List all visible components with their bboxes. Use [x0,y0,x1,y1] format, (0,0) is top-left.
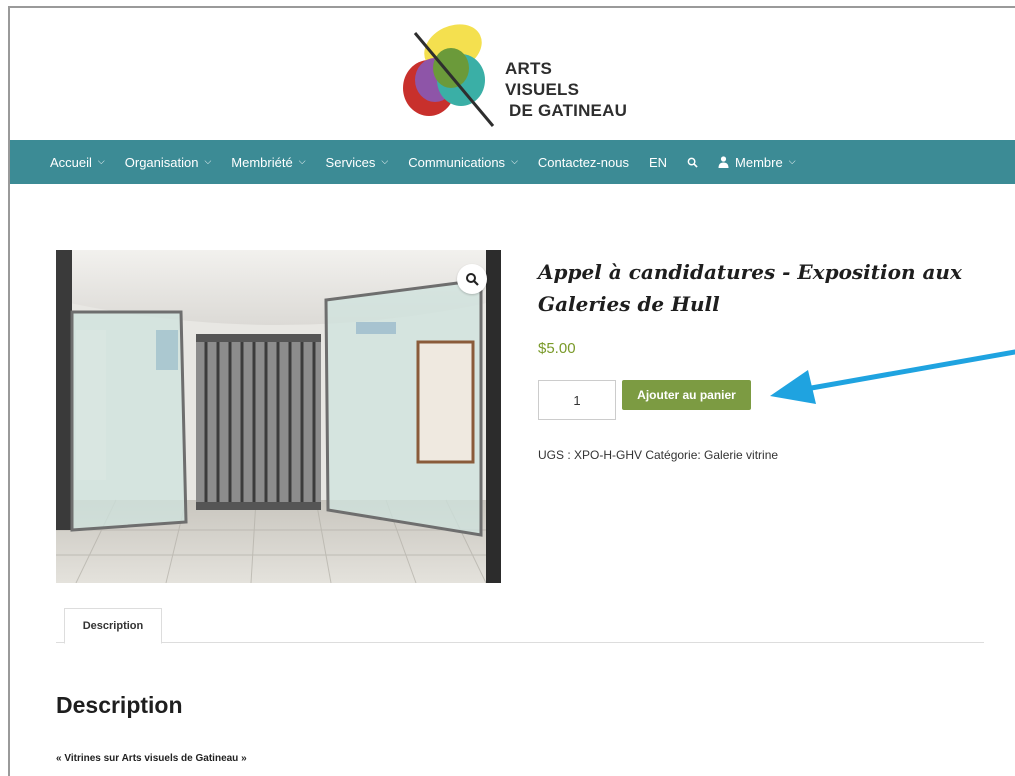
tab-divider [56,642,984,643]
nav-item-services[interactable]: Services ⌵ [326,155,389,170]
logo-mark-icon [403,24,495,127]
chevron-down-icon: ⌵ [97,155,105,166]
browser-frame: ARTS VISUELS DE GATINEAU Accueil ⌵ Organ… [8,6,1015,776]
chevron-down-icon: ⌵ [511,155,518,166]
product-title: Appel à candidatures - Exposition aux Ga… [538,260,962,316]
chevron-down-icon: ⌵ [204,155,212,166]
nav-item-organisation[interactable]: Organisation ⌵ [125,155,212,170]
nav-item-accueil[interactable]: Accueil ⌵ [50,155,105,170]
nav-label: Contactez-nous [537,154,629,170]
product-meta: UGS : XPO-H-GHV Catégorie: Galerie vitri… [538,448,779,462]
site-logo[interactable]: ARTS VISUELS DE GATINEAU [395,18,655,138]
tab-description[interactable]: Description [64,608,162,644]
nav-item-contactez-nous[interactable]: Contactez-nous [538,155,629,170]
description-text: « Vitrines sur Arts visuels de Gatineau … [56,753,247,764]
arrow-pointer-icon [770,349,1015,404]
chevron-down-icon: ⌵ [381,155,389,166]
site-header: ARTS VISUELS DE GATINEAU [10,8,1015,140]
description-heading: Description [56,692,183,718]
nav-item-communications[interactable]: Communications ⌵ [408,155,518,170]
nav-label: Membriété [231,154,293,170]
logo-wordmark: ARTS VISUELS DE GATINEAU [505,58,627,121]
chevron-down-icon: ⌵ [298,155,306,166]
storefront-photo [56,250,501,583]
logo-line-3: DE GATINEAU [509,101,628,120]
main-navigation: Accueil ⌵ Organisation ⌵ Membriété ⌵ Ser… [10,140,1015,184]
product-image[interactable] [56,250,501,583]
chevron-down-icon: ⌵ [788,155,796,166]
magnifier-icon [466,273,479,286]
user-icon [718,156,729,168]
nav-label: EN [648,154,668,170]
nav-label: Membre [735,154,783,170]
search-icon [687,157,698,168]
logo-line-1: ARTS [505,59,553,78]
nav-label: Services [325,154,376,170]
zoom-button[interactable] [457,264,487,294]
nav-item-membriete[interactable]: Membriété ⌵ [231,155,305,170]
nav-search-button[interactable] [687,157,698,168]
add-to-cart-button[interactable]: Ajouter au panier [622,380,751,410]
nav-label: Accueil [50,154,92,170]
nav-item-membre[interactable]: Membre ⌵ [718,155,796,170]
nav-label: Organisation [124,154,199,170]
logo-line-2: VISUELS [505,80,580,99]
quantity-input[interactable]: 1 [538,380,616,420]
nav-item-language-en[interactable]: EN [649,155,667,170]
product-price: $5.00 [538,340,576,357]
nav-label: Communications [408,154,506,170]
